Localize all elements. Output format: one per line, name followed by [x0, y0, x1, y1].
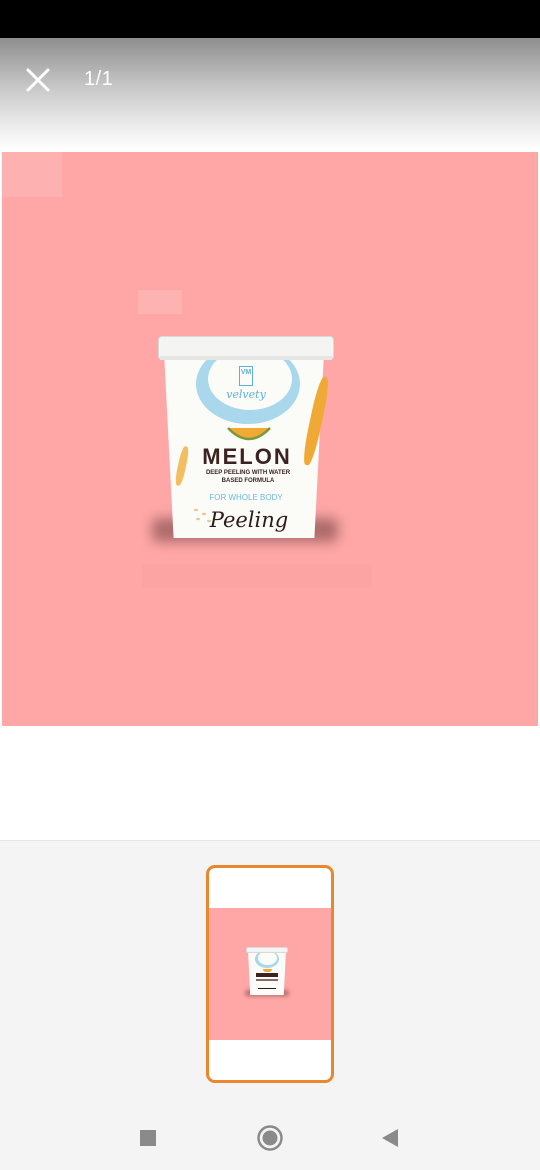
thumbnail-strip — [0, 840, 540, 1104]
back-button[interactable] — [378, 1126, 402, 1150]
close-icon — [26, 68, 50, 92]
product-tub: VM velvety MELON DEEP PEELING WITH WATER… — [152, 328, 342, 558]
description-line-2: BASED FORMULA — [221, 478, 275, 484]
home-button[interactable] — [256, 1124, 284, 1152]
thumbnail-product-tub — [245, 946, 289, 1000]
close-button[interactable] — [22, 64, 54, 96]
recents-button[interactable] — [136, 1126, 160, 1150]
brand-name: velvety — [226, 388, 266, 401]
status-bar — [0, 0, 540, 38]
tagline: FOR WHOLE BODY — [209, 493, 283, 502]
circle-icon — [257, 1125, 283, 1151]
melon-slice-icon — [227, 427, 271, 441]
navigation-bar — [0, 1104, 540, 1170]
viewer-top-bar: 1/1 — [0, 38, 540, 150]
page-counter: 1/1 — [84, 68, 114, 90]
triangle-back-icon — [382, 1129, 398, 1147]
grain-pattern — [194, 508, 211, 523]
thumbnail-image — [209, 908, 331, 1040]
script-label: Peeling — [209, 508, 289, 532]
image-viewer-screen: 1/1 VM velvety MELON DEEP PEELING WITH W… — [0, 0, 540, 1170]
brand-logo: VM — [239, 366, 253, 386]
square-icon — [140, 1130, 156, 1146]
thumbnail-selected[interactable] — [206, 865, 334, 1083]
product-name: MELON — [202, 444, 292, 469]
description-line-1: DEEP PEELING WITH WATER — [205, 470, 291, 476]
main-image[interactable]: VM velvety MELON DEEP PEELING WITH WATER… — [2, 152, 538, 726]
